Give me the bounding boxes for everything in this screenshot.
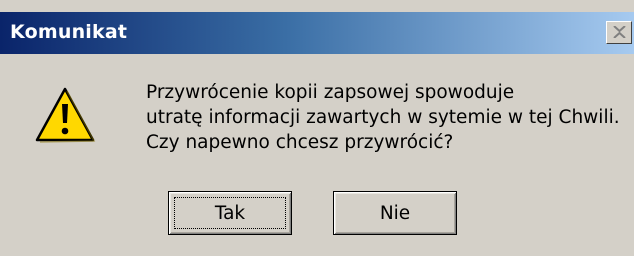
message-line: Czy napewno chcesz przywrócić? — [146, 132, 454, 153]
message-line: Przywrócenie kopii zapsowej spowoduje — [146, 82, 515, 103]
dialog-message: Przywrócenie kopii zapsowej spowoduje ut… — [146, 80, 626, 155]
message-dialog: Komunikat Przywrócenie kopii zapsowej sp… — [0, 0, 634, 256]
message-line: utratę informacji zawartych w sytemie w … — [146, 107, 620, 128]
no-button[interactable]: Nie — [333, 191, 457, 235]
focus-rectangle — [174, 197, 286, 229]
no-button-label: Nie — [379, 202, 411, 224]
close-icon — [613, 26, 626, 38]
dialog-title: Komunikat — [10, 21, 128, 43]
close-button[interactable] — [606, 21, 632, 44]
warning-icon — [35, 87, 96, 143]
yes-button[interactable]: Tak — [168, 191, 292, 235]
title-bar[interactable]: Komunikat — [0, 12, 634, 54]
